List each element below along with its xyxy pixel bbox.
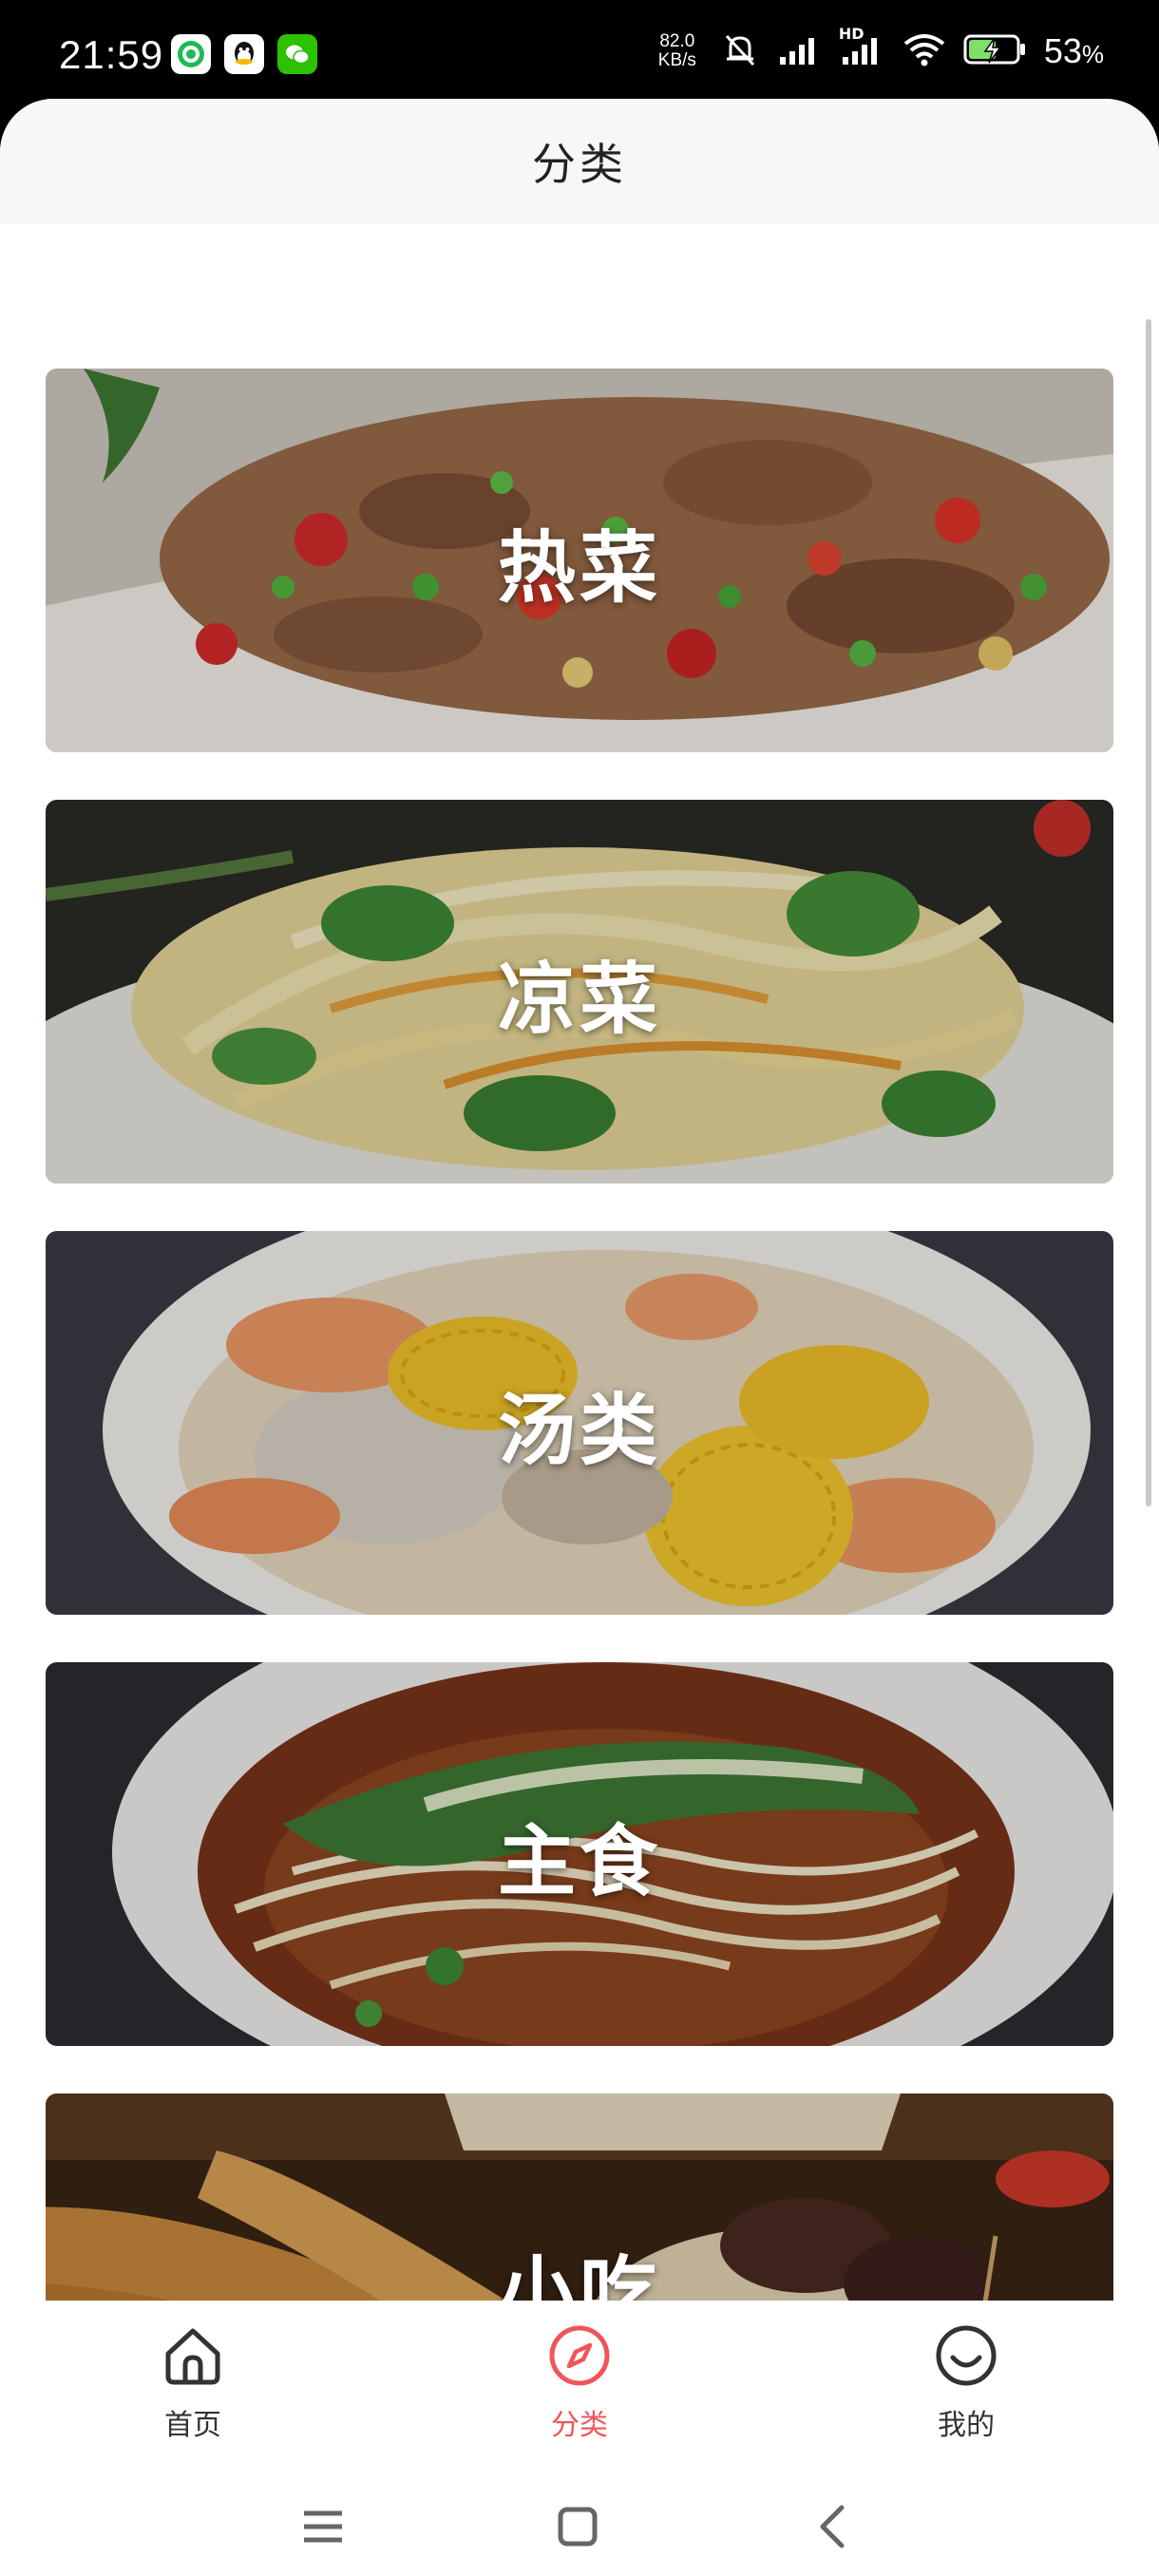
battery-charging-icon [962, 30, 1029, 72]
scrollbar[interactable] [1146, 319, 1151, 1506]
page-title: 分类 [532, 139, 627, 190]
category-label: 凉菜 [497, 954, 661, 1045]
green-app-icon [171, 34, 211, 74]
status-bar: 21:59 82.0 KB/s HD 53% [0, 0, 1159, 112]
title-bar: 分类 [0, 99, 1159, 224]
app-screen: 分类 热菜 凉菜 汤类 主食 小吃 [0, 99, 1159, 2576]
bottom-tab-bar: 首页 分类 我的 [0, 2301, 1159, 2477]
battery-percent: 53% [1044, 31, 1104, 71]
compass-icon [545, 2321, 614, 2394]
menu-icon[interactable] [294, 2498, 352, 2555]
tab-me[interactable]: 我的 [871, 2321, 1061, 2443]
tab-home[interactable]: 首页 [98, 2321, 288, 2443]
signal-bars-icon [776, 30, 824, 72]
qq-icon [224, 34, 264, 74]
signal-bars-hd-icon: HD [839, 25, 886, 72]
wifi-icon [902, 30, 947, 72]
network-speed-value: 82.0 [659, 31, 695, 51]
wechat-icon [277, 34, 317, 74]
system-nav-bar [0, 2477, 1159, 2576]
home-icon [159, 2321, 227, 2394]
battery-percent-value: 53 [1043, 31, 1082, 70]
tab-home-label: 首页 [164, 2409, 221, 2442]
category-label: 汤类 [497, 1385, 661, 1476]
status-app-icons [171, 34, 317, 74]
status-right-cluster: 82.0 KB/s HD 53% [651, 25, 1104, 74]
category-list[interactable]: 热菜 凉菜 汤类 主食 小吃 [0, 224, 1159, 2399]
category-card-cold-dish[interactable]: 凉菜 [46, 800, 1113, 1184]
tab-me-label: 我的 [938, 2409, 995, 2442]
signal-hd-label: HD [838, 25, 864, 43]
back-icon[interactable] [804, 2498, 861, 2555]
network-speed: 82.0 KB/s [651, 32, 704, 70]
category-card-staple[interactable]: 主食 [46, 1662, 1113, 2046]
tab-category-label: 分类 [551, 2409, 608, 2442]
network-speed-unit: KB/s [657, 50, 696, 70]
tab-category[interactable]: 分类 [484, 2321, 674, 2443]
category-card-soup[interactable]: 汤类 [46, 1231, 1113, 1615]
category-label: 主食 [497, 1816, 661, 1907]
category-label: 热菜 [497, 522, 661, 614]
mute-bell-icon [719, 28, 761, 74]
category-card-hot-dish[interactable]: 热菜 [46, 369, 1113, 752]
status-time: 21:59 [59, 32, 164, 77]
home-square-icon[interactable] [549, 2498, 606, 2555]
battery-percent-sign: % [1081, 40, 1104, 68]
smiley-icon [932, 2321, 1000, 2394]
